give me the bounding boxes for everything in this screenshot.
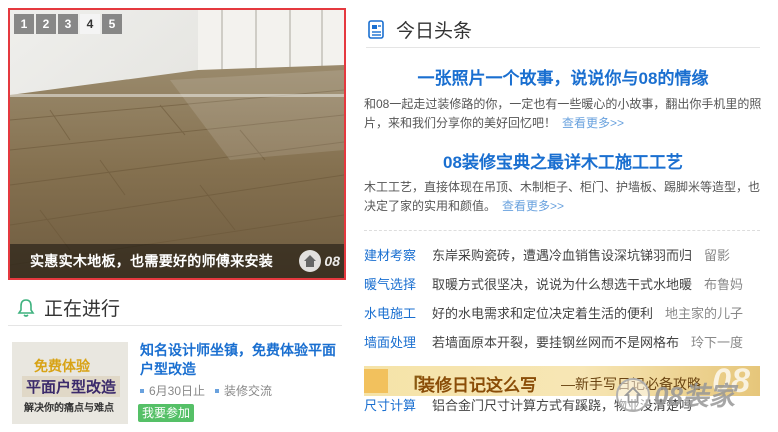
headline-summary-2: 木工工艺，直接体现在吊顶、木制柜子、柜门、护墙板、踢脚米等造型，也决定了家的实用… — [364, 178, 764, 216]
author-name[interactable]: 布鲁妈 — [704, 274, 743, 293]
event-thumbnail[interactable]: 免费体验 平面户型改造 解决你的痛点与难点 — [12, 342, 128, 424]
slide-caption[interactable]: 实惠实木地板，也需要好的师傅来安装 — [30, 251, 273, 271]
category-link[interactable]: 水电施工 — [364, 303, 432, 322]
banner-title: 装修日记这么写 — [418, 376, 537, 395]
category-link[interactable]: 墙面处理 — [364, 332, 432, 351]
category-link[interactable]: 暖气选择 — [364, 274, 432, 293]
author-name[interactable]: 留影 — [704, 245, 730, 264]
banner-decoration — [364, 369, 388, 393]
ongoing-section-header: 正在进行 — [8, 290, 342, 326]
category-link[interactable]: 尺寸计算 — [364, 395, 432, 414]
bullet-icon — [215, 388, 220, 393]
category-link[interactable]: 建材考察 — [364, 245, 432, 264]
headline-link-1[interactable]: 一张照片一个故事，说说你与08的情缘 — [366, 64, 760, 89]
headline-link-2[interactable]: 08装修宝典之最详木工施工工艺 — [366, 148, 760, 173]
headline-summary-1: 和08一起走过装修路的你，一定也有一些暖心的小故事，翻出你手机里的照片，来和我们… — [364, 95, 764, 133]
bullet-icon — [140, 388, 144, 393]
slide-pager-2[interactable]: 2 — [36, 14, 56, 34]
slide-pager: 1 2 3 4 5 — [14, 14, 122, 34]
event-meta: 6月30日止 装修交流 — [140, 382, 272, 399]
event-title-link[interactable]: 知名设计师坐镇，免费体验平面户型改造 — [140, 341, 344, 379]
thumb-line-2: 平面户型改造 — [22, 376, 121, 397]
list-item: 墙面处理 若墙面原本开裂，要挂钢丝网而不是网格布 玲下一度 — [364, 327, 778, 356]
slide-pager-1[interactable]: 1 — [14, 14, 34, 34]
ongoing-section-title: 正在进行 — [44, 299, 121, 320]
author-name[interactable]: 玲下一度 — [691, 332, 743, 351]
list-item: 水电施工 好的水电需求和定位决定着生活的便利 地主家的儿子 — [364, 298, 778, 327]
article-link[interactable]: 东岸采购瓷砖，遭遇冷血销售设深坑锑羽而归 — [432, 245, 692, 264]
slide-pager-5[interactable]: 5 — [102, 14, 122, 34]
article-link[interactable]: 取暖方式很坚决，说说为什么想选干式水地暖 — [432, 274, 692, 293]
slide-watermark: 08 — [299, 250, 340, 272]
news-section-title: 今日头条 — [396, 21, 473, 42]
article-link[interactable]: 铝合金门尺寸计算方式有蹊跷，物业没清楚吗 — [432, 395, 692, 414]
slide-watermark-text: 08 — [324, 253, 340, 269]
author-name[interactable]: 地主家的儿子 — [665, 303, 743, 322]
banner-subtitle: —新手写日记必备攻略 — [561, 376, 701, 392]
article-link[interactable]: 好的水电需求和定位决定着生活的便利 — [432, 303, 653, 322]
more-link-1[interactable]: 查看更多>> — [562, 116, 624, 130]
separator — [364, 230, 760, 231]
more-link-2[interactable]: 查看更多>> — [502, 199, 564, 213]
event-date: 6月30日止 — [149, 384, 206, 398]
list-item: 暖气选择 取暖方式很坚决，说说为什么想选干式水地暖 布鲁妈 — [364, 269, 778, 298]
news-section-header: 今日头条 — [366, 12, 760, 48]
bell-icon — [16, 298, 36, 318]
list-item: 建材考察 东岸采购瓷砖，遭遇冷血销售设深坑锑羽而归 留影 — [364, 240, 778, 269]
slide-pager-3[interactable]: 3 — [58, 14, 78, 34]
photo-slideshow[interactable]: 1 2 3 4 5 实惠实木地板，也需要好的师傅来安装 08 — [8, 8, 346, 280]
slide-photo[interactable] — [10, 10, 344, 278]
article-link[interactable]: 若墙面原本开裂，要挂钢丝网而不是网格布 — [432, 332, 679, 351]
slide-caption-bar: 实惠实木地板，也需要好的师傅来安装 08 — [10, 244, 344, 278]
newspaper-icon — [368, 19, 386, 40]
thumb-line-3: 解决你的痛点与难点 — [24, 403, 114, 414]
thumb-line-1: 免费体验 — [34, 358, 90, 374]
house-icon — [299, 250, 322, 272]
slide-pager-4[interactable]: 4 — [80, 14, 100, 34]
diary-guide-banner[interactable]: 「 装修日记这么写 —新手写日记必备攻略 08 — [364, 366, 760, 396]
banner-watermark: 08 — [712, 366, 750, 396]
event-tag[interactable]: 装修交流 — [224, 382, 272, 399]
join-button[interactable]: 我要参加 — [138, 404, 195, 422]
